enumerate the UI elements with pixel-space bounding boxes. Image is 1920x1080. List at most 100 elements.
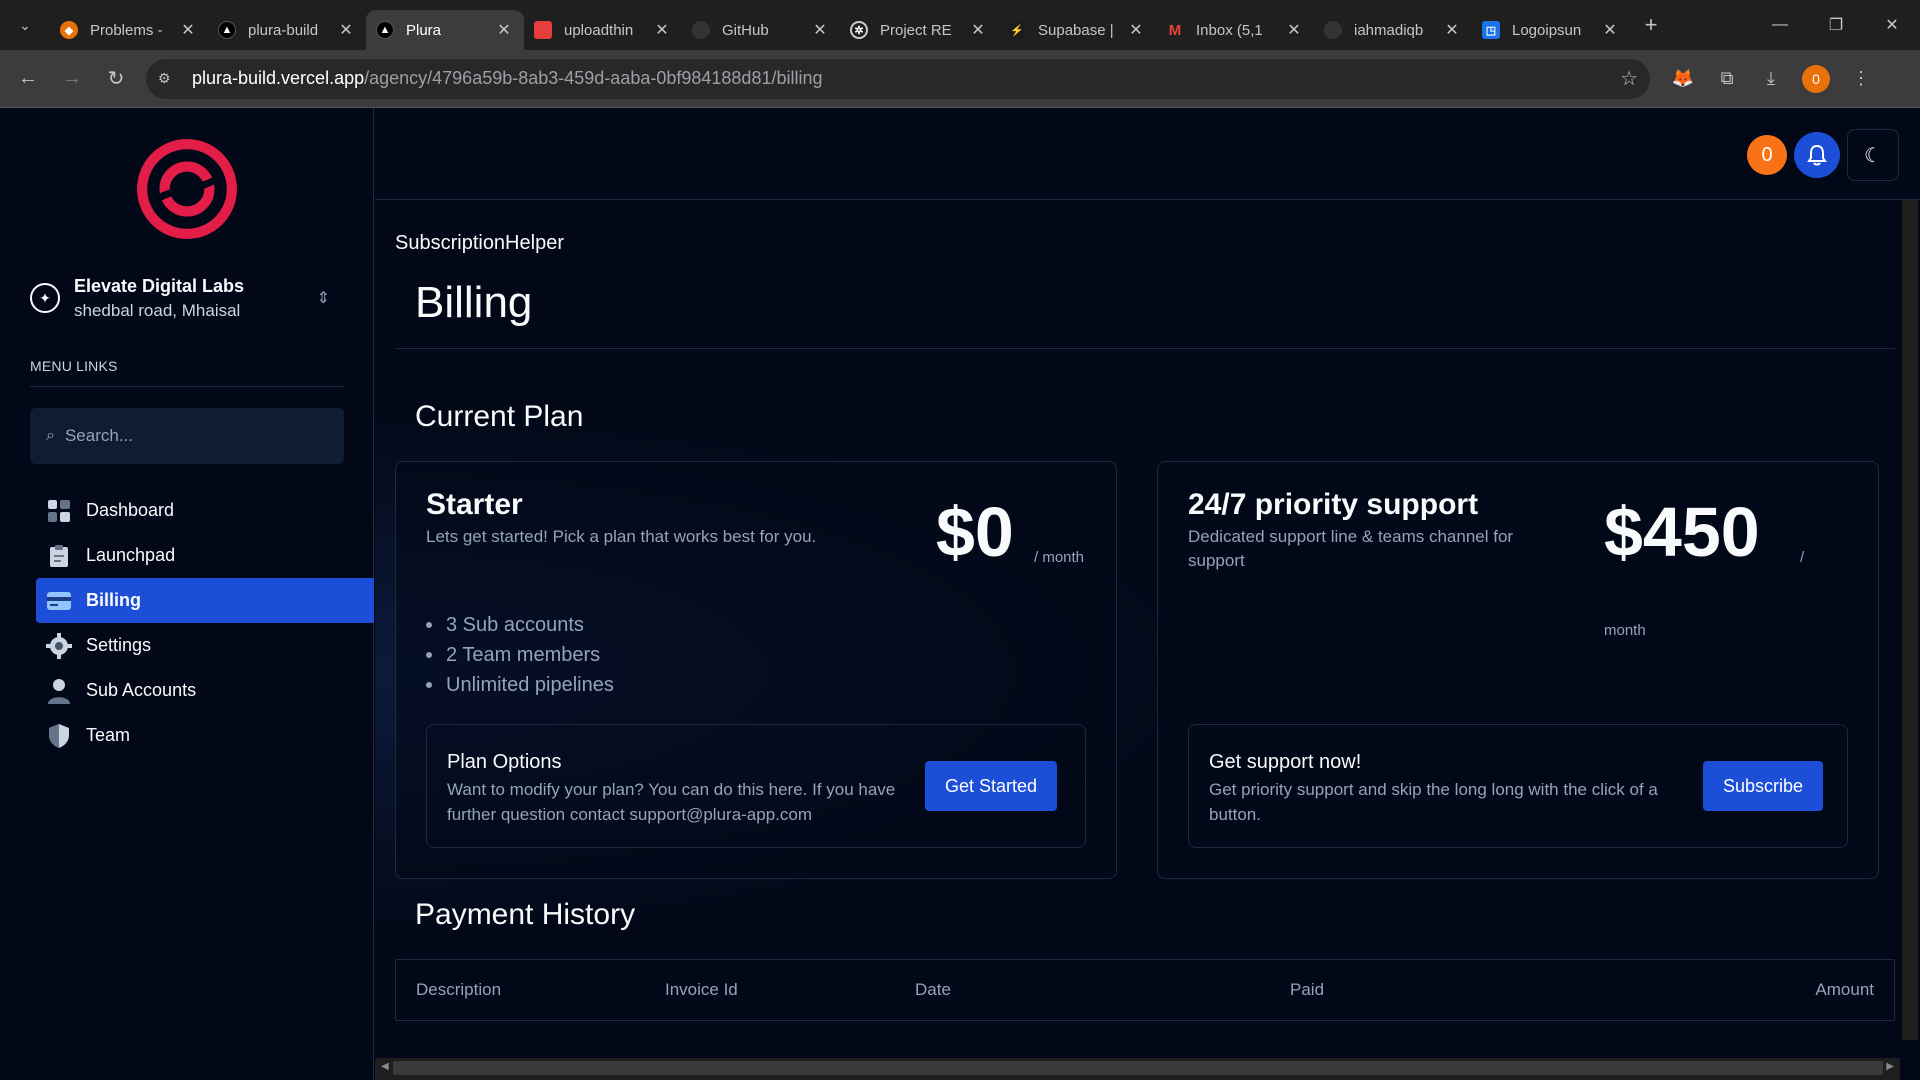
plan-price: $0 — [936, 493, 1014, 571]
close-window-icon[interactable]: ✕ — [1864, 0, 1920, 50]
support-box: Get support now! Get priority support an… — [1188, 724, 1848, 848]
gmail-icon: M — [1168, 21, 1182, 39]
close-icon[interactable]: ✕ — [494, 20, 514, 40]
theme-toggle-button[interactable]: ☾ — [1847, 129, 1899, 181]
minimize-icon[interactable]: — — [1752, 0, 1808, 50]
compass-icon: ✦ — [30, 283, 60, 313]
tab-github[interactable]: GitHub ✕ — [682, 10, 840, 50]
bookmark-star-icon[interactable]: ☆ — [1620, 66, 1638, 91]
plan-options-title: Plan Options — [447, 751, 562, 773]
plan-options-box: Plan Options Want to modify your plan? Y… — [426, 724, 1086, 848]
tab-iahmadiqb[interactable]: iahmadiqb ✕ — [1314, 10, 1472, 50]
search-input[interactable] — [64, 426, 325, 446]
sidebar: ✦ Elevate Digital Labs shedbal road, Mha… — [0, 108, 374, 1080]
plan-feature: 2 Team members — [426, 640, 614, 670]
close-icon[interactable]: ✕ — [968, 20, 988, 40]
shield-icon — [46, 723, 72, 749]
plan-features: 3 Sub accounts 2 Team members Unlimited … — [426, 610, 614, 700]
close-icon[interactable]: ✕ — [652, 20, 672, 40]
browser-profile-avatar[interactable]: 0 — [1802, 64, 1830, 93]
notifications-button[interactable] — [1794, 132, 1840, 178]
scroll-track — [1902, 200, 1918, 1040]
back-icon[interactable]: ← — [6, 67, 50, 90]
plan-period-slash: / — [1800, 549, 1805, 566]
top-bar: 0 ☾ — [375, 108, 1920, 200]
payment-history-table: Description Invoice Id Date Paid Amount — [395, 959, 1895, 1021]
dashboard-icon — [46, 498, 72, 524]
tab-label: Project RE — [880, 21, 952, 39]
menu-links-title: MENU LINKS — [30, 358, 118, 374]
restore-icon[interactable]: ❐ — [1808, 0, 1864, 50]
sidebar-item-sub-accounts[interactable]: Sub Accounts — [36, 668, 374, 713]
tab-label: plura-build — [248, 21, 319, 39]
new-tab-button[interactable]: + — [1636, 10, 1666, 40]
tab-logoipsum[interactable]: ◳ Logoipsun ✕ — [1472, 10, 1630, 50]
subscribe-button[interactable]: Subscribe — [1703, 761, 1824, 811]
close-icon[interactable]: ✕ — [1600, 20, 1620, 40]
sidebar-item-label: Dashboard — [86, 500, 175, 520]
sidebar-item-label: Sub Accounts — [86, 680, 197, 700]
sidebar-item-dashboard[interactable]: Dashboard — [36, 488, 374, 533]
sidebar-item-team[interactable]: Team — [36, 713, 374, 758]
tab-label: Supabase | — [1038, 21, 1114, 39]
metamask-icon[interactable]: 🦊 — [1670, 68, 1696, 89]
github-icon — [1324, 21, 1342, 39]
column-header-paid: Paid — [1290, 980, 1325, 999]
git-icon: ◆ — [60, 21, 78, 39]
tab-uploadthing[interactable]: uploadthin ✕ — [524, 10, 682, 50]
get-started-button[interactable]: Get Started — [925, 761, 1058, 811]
plan-options-description: Want to modify your plan? You can do thi… — [447, 780, 896, 824]
search-box[interactable]: ⌕ — [30, 408, 344, 464]
sidebar-item-label: Billing — [86, 590, 141, 610]
close-icon[interactable]: ✕ — [336, 20, 356, 40]
more-menu-icon[interactable]: ⋮ — [1848, 68, 1874, 89]
plan-title: Starter — [426, 488, 523, 521]
tab-gmail[interactable]: M Inbox (5,1 ✕ — [1156, 10, 1314, 50]
openai-icon: ✲ — [850, 21, 868, 39]
close-icon[interactable]: ✕ — [810, 20, 830, 40]
tab-problems[interactable]: ◆ Problems - ✕ — [50, 10, 208, 50]
tab-project[interactable]: ✲ Project RE ✕ — [840, 10, 998, 50]
sidebar-item-billing[interactable]: Billing — [36, 578, 374, 623]
close-icon[interactable]: ✕ — [1442, 20, 1462, 40]
horizontal-scrollbar[interactable]: ◀ ▶ — [375, 1058, 1900, 1080]
sidebar-item-launchpad[interactable]: Launchpad — [36, 533, 374, 578]
scroll-thumb[interactable] — [393, 1061, 1883, 1075]
plan-description: Lets get started! Pick a plan that works… — [426, 527, 817, 546]
tab-search-icon[interactable]: ⌄ — [10, 10, 40, 40]
close-icon[interactable]: ✕ — [1284, 20, 1304, 40]
download-icon[interactable]: ⤓ — [1758, 68, 1784, 89]
close-icon[interactable]: ✕ — [178, 20, 198, 40]
uploadthing-icon — [534, 21, 552, 39]
site-info-icon[interactable]: ⚙ — [158, 70, 184, 87]
support-title: Get support now! — [1209, 751, 1362, 773]
sidebar-nav: Dashboard Launchpad Billing Settings Sub… — [36, 488, 374, 758]
sidebar-item-settings[interactable]: Settings — [36, 623, 374, 668]
scroll-left-icon[interactable]: ◀ — [381, 1061, 389, 1072]
url-field[interactable]: ⚙ plura-build.vercel.app /agency/4796a59… — [146, 58, 1650, 99]
gear-icon — [46, 632, 72, 659]
tab-plura-build[interactable]: ▲ plura-build ✕ — [208, 10, 366, 50]
browser-tab-bar: ⌄ ◆ Problems - ✕ ▲ plura-build ✕ ▲ Plura… — [0, 0, 1920, 50]
scroll-right-icon[interactable]: ▶ — [1886, 1061, 1894, 1072]
agency-logo — [137, 139, 237, 239]
close-icon[interactable]: ✕ — [1126, 20, 1146, 40]
chevron-up-down-icon: ⇕ — [316, 290, 330, 307]
plan-feature: 3 Sub accounts — [426, 610, 614, 640]
sidebar-item-label: Launchpad — [86, 545, 176, 565]
user-avatar[interactable]: 0 — [1747, 135, 1787, 175]
tab-supabase[interactable]: ⚡ Supabase | ✕ — [998, 10, 1156, 50]
tab-plura[interactable]: ▲ Plura ✕ — [366, 10, 524, 50]
forward-icon[interactable]: → — [50, 67, 94, 90]
plan-period: / month — [1034, 549, 1085, 566]
agency-switcher[interactable]: ✦ Elevate Digital Labs shedbal road, Mha… — [30, 268, 330, 328]
sidebar-item-label: Settings — [86, 635, 152, 655]
tab-label: iahmadiqb — [1354, 21, 1424, 39]
reload-icon[interactable]: ↻ — [94, 66, 138, 91]
vertical-scrollbar[interactable] — [1900, 200, 1920, 1058]
column-header-description: Description — [416, 980, 502, 999]
plan-title: 24/7 priority support — [1188, 488, 1479, 521]
column-header-invoice-id: Invoice Id — [665, 980, 738, 999]
window-controls: — ❐ ✕ — [1752, 0, 1920, 50]
extensions-icon[interactable]: ⧉ — [1714, 68, 1740, 89]
